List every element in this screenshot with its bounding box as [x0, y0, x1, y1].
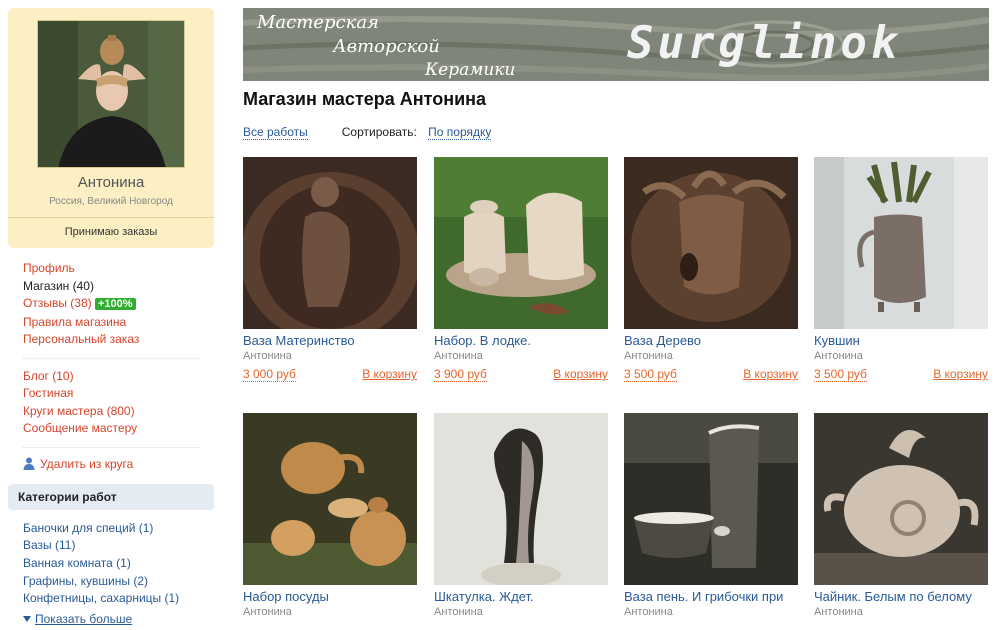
sort-label: Сортировать:: [341, 125, 417, 139]
product-price: 3 500 руб: [814, 367, 867, 382]
page-title: Магазин мастера Антонина: [243, 89, 487, 109]
master-nav-secondary: Блог (10) Гостиная Круги мастера (800) С…: [8, 368, 214, 438]
add-to-cart-link[interactable]: В корзину: [933, 367, 988, 382]
product-image[interactable]: [814, 413, 988, 585]
avatar[interactable]: [37, 20, 185, 168]
nav-profile[interactable]: Профиль: [23, 261, 75, 275]
nav-circles[interactable]: Круги мастера (800): [23, 404, 135, 418]
profile-card: Антонина Россия, Великий Новгород Приним…: [8, 8, 214, 248]
product-author[interactable]: Антонина: [814, 606, 988, 618]
banner-line-2: Авторской: [333, 36, 440, 57]
product-image[interactable]: [814, 157, 988, 329]
add-to-cart-link[interactable]: В корзину: [553, 367, 608, 382]
nav-shop[interactable]: Магазин (40): [23, 279, 94, 293]
banner-line-1: Мастерская: [257, 12, 379, 33]
all-works-link[interactable]: Все работы: [243, 125, 308, 140]
show-more-button[interactable]: Показать больше: [8, 612, 214, 626]
product-name[interactable]: Набор. В лодке.: [434, 333, 608, 348]
product-name[interactable]: Набор посуды: [243, 589, 417, 604]
user-icon: [23, 457, 35, 470]
product-name[interactable]: Ваза Материнство: [243, 333, 417, 348]
category-item[interactable]: Вазы (11): [23, 537, 214, 555]
triangle-down-icon: [23, 616, 31, 623]
product-card[interactable]: Набор. В лодке. Антонина 3 900 руб В кор…: [434, 157, 608, 382]
reviews-badge: +100%: [94, 298, 136, 310]
categories-header: Категории работ: [8, 483, 214, 510]
category-item[interactable]: Ванная комната (1): [23, 555, 214, 573]
filter-bar: Все работы Сортировать: По порядку: [243, 125, 492, 140]
product-author[interactable]: Антонина: [624, 350, 798, 362]
product-image[interactable]: [434, 413, 608, 585]
product-author[interactable]: Антонина: [624, 606, 798, 618]
product-name[interactable]: Чайник. Белым по белому: [814, 589, 988, 604]
add-to-cart-link[interactable]: В корзину: [743, 367, 798, 382]
product-card[interactable]: Чайник. Белым по белому Антонина: [814, 413, 988, 618]
master-name: Антонина: [77, 174, 145, 191]
category-item[interactable]: Баночки для специй (1): [23, 520, 214, 538]
add-to-cart-link[interactable]: В корзину: [362, 367, 417, 382]
product-name[interactable]: Ваза пень. И грибочки при: [624, 589, 798, 604]
banner-brand: Surglinok: [627, 18, 902, 69]
product-price: 3 900 руб: [434, 367, 487, 382]
divider: [23, 357, 199, 359]
product-author[interactable]: Антонина: [434, 606, 608, 618]
product-author[interactable]: Антонина: [814, 350, 988, 362]
shop-banner: Мастерская Авторской Керамики Surglinok: [243, 8, 989, 81]
product-image[interactable]: [434, 157, 608, 329]
product-author[interactable]: Антонина: [434, 350, 608, 362]
nav-guestbook[interactable]: Гостиная: [23, 386, 73, 400]
remove-from-circle[interactable]: Удалить из круга: [8, 457, 214, 471]
product-name[interactable]: Шкатулка. Ждет.: [434, 589, 608, 604]
sidebar: Антонина Россия, Великий Новгород Приним…: [8, 8, 214, 626]
product-card[interactable]: Кувшин Антонина 3 500 руб В корзину: [814, 157, 988, 382]
product-image[interactable]: [243, 413, 417, 585]
product-image[interactable]: [243, 157, 417, 329]
remove-label: Удалить из круга: [40, 456, 134, 471]
category-list: Баночки для специй (1) Вазы (11) Ванная …: [8, 520, 214, 609]
show-more-label: Показать больше: [35, 612, 133, 627]
category-item[interactable]: Графины, кувшины (2): [23, 573, 214, 591]
product-image[interactable]: [624, 157, 798, 329]
nav-custom-order[interactable]: Персональный заказ: [23, 332, 139, 346]
master-location: Россия, Великий Новгород: [49, 196, 173, 207]
product-card[interactable]: Набор посуды Антонина: [243, 413, 417, 618]
banner-line-3: Керамики: [425, 60, 516, 80]
product-image[interactable]: [624, 413, 798, 585]
nav-message[interactable]: Сообщение мастеру: [23, 421, 137, 435]
product-card[interactable]: Ваза Дерево Антонина 3 500 руб В корзину: [624, 157, 798, 382]
product-card[interactable]: Ваза пень. И грибочки при Антонина: [624, 413, 798, 618]
sort-dropdown[interactable]: По порядку: [428, 125, 492, 140]
divider: [23, 446, 199, 448]
product-author[interactable]: Антонина: [243, 606, 417, 618]
nav-rules[interactable]: Правила магазина: [23, 315, 126, 329]
order-status: Принимаю заказы: [8, 217, 214, 238]
product-name[interactable]: Кувшин: [814, 333, 988, 348]
product-card[interactable]: Шкатулка. Ждет. Антонина: [434, 413, 608, 618]
nav-blog[interactable]: Блог (10): [23, 369, 74, 383]
product-price: 3 000 руб: [243, 367, 296, 382]
product-card[interactable]: Ваза Материнство Антонина 3 000 руб В ко…: [243, 157, 417, 382]
product-author[interactable]: Антонина: [243, 350, 417, 362]
master-nav: Профиль Магазин (40) Отзывы (38) +100% П…: [8, 260, 214, 349]
nav-reviews[interactable]: Отзывы (38): [23, 296, 92, 310]
product-price: 3 500 руб: [624, 367, 677, 382]
product-name[interactable]: Ваза Дерево: [624, 333, 798, 348]
category-item[interactable]: Конфетницы, сахарницы (1): [23, 590, 214, 608]
